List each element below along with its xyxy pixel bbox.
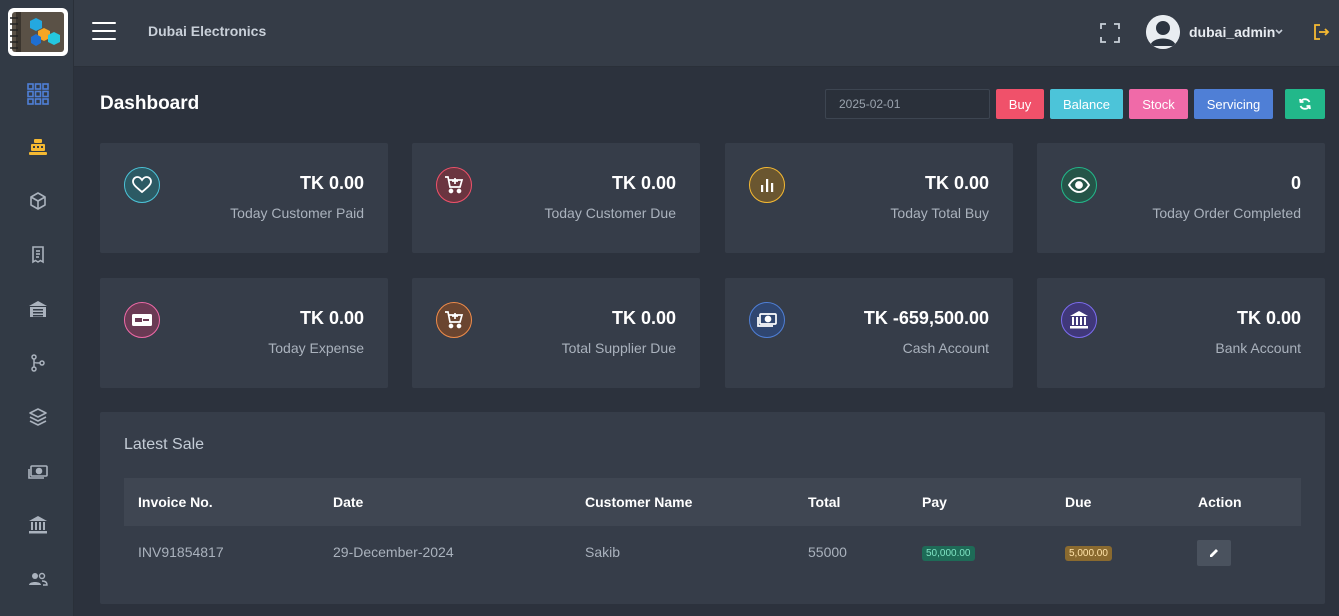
stat-label: Today Total Buy bbox=[890, 205, 989, 221]
stat-label: Today Customer Paid bbox=[230, 205, 364, 221]
sidebar-item-invoices[interactable] bbox=[24, 241, 52, 269]
user-avatar[interactable] bbox=[1146, 15, 1180, 49]
stat-card-supplier-due: TK 0.00 Total Supplier Due bbox=[412, 278, 700, 388]
panel-title: Latest Sale bbox=[124, 436, 205, 453]
stat-card-expense: TK 0.00 Today Expense bbox=[100, 278, 388, 388]
money-card-icon bbox=[124, 302, 160, 338]
sidebar-item-categories[interactable] bbox=[24, 349, 52, 377]
cash-register-icon bbox=[29, 139, 47, 155]
bank-icon bbox=[29, 516, 47, 534]
bank-icon bbox=[1061, 302, 1097, 338]
column-header: Action bbox=[1198, 494, 1242, 510]
stat-label: Today Expense bbox=[268, 340, 364, 356]
cell-invoice: INV91854817 bbox=[138, 544, 224, 560]
servicing-button[interactable]: Servicing bbox=[1194, 89, 1273, 119]
stock-button[interactable]: Stock bbox=[1129, 89, 1188, 119]
stat-label: Today Order Completed bbox=[1152, 205, 1301, 221]
sidebar-item-products[interactable] bbox=[24, 187, 52, 215]
page-title: Dashboard bbox=[100, 93, 200, 114]
sidebar-item-bank[interactable] bbox=[24, 511, 52, 539]
column-header: Customer Name bbox=[585, 494, 693, 510]
hierarchy-icon bbox=[31, 354, 45, 372]
column-header: Due bbox=[1065, 494, 1092, 510]
cart-icon bbox=[436, 167, 472, 203]
stat-card-bank-account: TK 0.00 Bank Account bbox=[1037, 278, 1325, 388]
stat-label: Bank Account bbox=[1215, 340, 1301, 356]
sidebar-item-dashboard[interactable] bbox=[24, 80, 52, 108]
stat-card-order-completed: 0 Today Order Completed bbox=[1037, 143, 1325, 253]
balance-button[interactable]: Balance bbox=[1050, 89, 1123, 119]
stat-card-cash-account: TK -659,500.00 Cash Account bbox=[725, 278, 1013, 388]
fullscreen-icon bbox=[1100, 23, 1120, 43]
topbar: Dubai Electronics dubai_admin bbox=[74, 0, 1339, 67]
stat-value: TK 0.00 bbox=[924, 173, 989, 193]
eye-icon bbox=[1061, 167, 1097, 203]
stat-label: Today Customer Due bbox=[544, 205, 676, 221]
username[interactable]: dubai_admin bbox=[1189, 24, 1275, 40]
stat-value: TK 0.00 bbox=[299, 173, 364, 193]
column-header: Pay bbox=[922, 494, 947, 510]
sidebar-item-expenses[interactable] bbox=[24, 458, 52, 486]
fullscreen-button[interactable] bbox=[1099, 22, 1121, 44]
column-header: Total bbox=[808, 494, 841, 510]
money-icon bbox=[28, 465, 48, 479]
user-menu-dropdown[interactable] bbox=[1273, 24, 1285, 40]
heart-icon bbox=[124, 167, 160, 203]
due-badge: 5,000.00 bbox=[1065, 546, 1112, 561]
stat-label: Cash Account bbox=[902, 340, 989, 356]
stat-value: TK 0.00 bbox=[1236, 308, 1301, 328]
receipt-icon bbox=[32, 246, 44, 264]
sidebar-item-users[interactable] bbox=[24, 565, 52, 593]
latest-sale-panel: Latest Sale Invoice No. Date Customer Na… bbox=[100, 412, 1325, 604]
sidebar bbox=[0, 0, 74, 616]
brand-name: Dubai Electronics bbox=[148, 23, 267, 39]
cash-icon bbox=[749, 302, 785, 338]
layers-icon bbox=[29, 408, 47, 426]
refresh-button[interactable] bbox=[1285, 89, 1325, 119]
stat-card-customer-due: TK 0.00 Today Customer Due bbox=[412, 143, 700, 253]
table-header: Invoice No. Date Customer Name Total Pay… bbox=[124, 478, 1301, 526]
pay-badge: 50,000.00 bbox=[922, 546, 975, 561]
stat-value: TK -659,500.00 bbox=[863, 308, 989, 328]
cell-customer: Sakib bbox=[585, 544, 621, 560]
logout-icon bbox=[1314, 24, 1330, 40]
box-icon bbox=[30, 192, 46, 210]
logout-button[interactable] bbox=[1311, 22, 1331, 42]
app-logo[interactable] bbox=[8, 8, 68, 56]
chevron-down-icon bbox=[1275, 29, 1283, 35]
refresh-icon bbox=[1299, 98, 1311, 110]
edit-button[interactable] bbox=[1197, 540, 1231, 566]
menu-toggle-button[interactable] bbox=[92, 22, 116, 42]
bar-chart-icon bbox=[749, 167, 785, 203]
warehouse-icon bbox=[29, 301, 47, 317]
stat-value: TK 0.00 bbox=[299, 308, 364, 328]
column-header: Date bbox=[333, 494, 364, 510]
stat-card-customer-paid: TK 0.00 Today Customer Paid bbox=[100, 143, 388, 253]
sidebar-item-stock[interactable] bbox=[24, 403, 52, 431]
cell-total: 55000 bbox=[808, 544, 847, 560]
date-filter-input[interactable] bbox=[825, 89, 990, 119]
sidebar-item-pos[interactable] bbox=[24, 133, 52, 161]
stat-value: 0 bbox=[1290, 173, 1301, 193]
cart-plus-icon bbox=[436, 302, 472, 338]
sidebar-item-warehouse[interactable] bbox=[24, 295, 52, 323]
cell-date: 29-December-2024 bbox=[333, 544, 454, 560]
pencil-icon bbox=[1210, 549, 1218, 557]
buy-button[interactable]: Buy bbox=[996, 89, 1044, 119]
stat-label: Total Supplier Due bbox=[561, 340, 676, 356]
column-header: Invoice No. bbox=[138, 494, 213, 510]
grid-icon bbox=[27, 83, 49, 105]
stat-card-total-buy: TK 0.00 Today Total Buy bbox=[725, 143, 1013, 253]
stat-value: TK 0.00 bbox=[611, 173, 676, 193]
stat-value: TK 0.00 bbox=[611, 308, 676, 328]
users-icon bbox=[29, 572, 48, 586]
